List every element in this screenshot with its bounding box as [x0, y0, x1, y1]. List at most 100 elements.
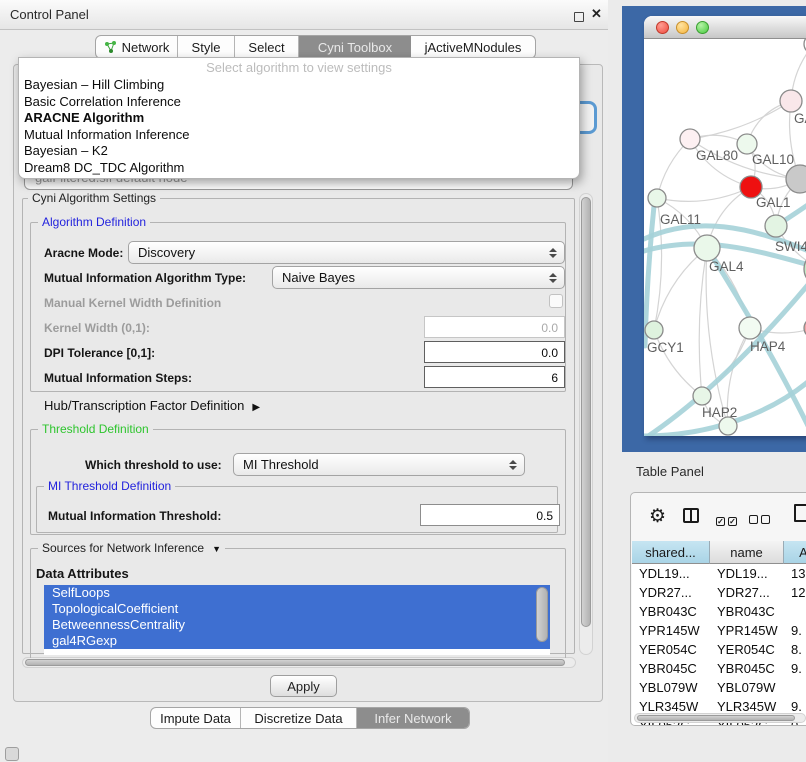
manual-kernel-checkbox[interactable] [549, 294, 563, 308]
attribute-list-item[interactable]: TopologicalCoefficient [44, 601, 550, 617]
table-cell: YDR27... [710, 583, 784, 602]
mi-threshold-field[interactable]: 0.5 [420, 504, 560, 526]
tab-label: Select [248, 40, 284, 55]
network-node-hap4[interactable] [739, 317, 761, 339]
table-horizontal-scrollbar[interactable] [634, 713, 806, 723]
network-canvas[interactable]: GALGAL80GAL10GAL1GAL11SWI4GAL4GCY1HAP4YH… [644, 39, 806, 436]
popup-item[interactable]: ARACNE Algorithm [19, 110, 579, 127]
table-panel: ⚙ shared...nameA YDL19...YDL19...13YDR27… [630, 492, 806, 726]
threshold-definition-title: Threshold Definition [38, 422, 153, 436]
network-node-gal[interactable] [780, 90, 802, 112]
table-cell [784, 678, 806, 697]
popup-item[interactable]: Bayesian – K2 [19, 143, 579, 160]
network-view-window[interactable]: GALGAL80GAL10GAL1GAL11SWI4GAL4GCY1HAP4YH… [644, 16, 806, 436]
footer-tab-discretize-data[interactable]: Discretize Data [241, 708, 357, 728]
which-threshold-combobox[interactable]: MI Threshold [233, 453, 525, 476]
expander-collapsed-icon[interactable]: ▶ [252, 402, 260, 413]
network-node-gal80[interactable] [680, 129, 700, 149]
algorithm-definition-title: Algorithm Definition [38, 215, 150, 229]
settings-hscroll-thumb[interactable] [25, 659, 565, 666]
zoom-traffic-light-icon[interactable] [696, 21, 709, 34]
table-hscroll-thumb[interactable] [637, 715, 795, 721]
network-node-gal4[interactable] [694, 235, 720, 261]
settings-vertical-scrollbar[interactable] [579, 193, 593, 655]
network-node-gal11[interactable] [648, 189, 666, 207]
table-row[interactable]: YER054CYER054C8. [632, 640, 806, 659]
settings-scroll-viewport: Cyni Algorithm Settings Algorithm Defini… [20, 190, 577, 658]
popup-placeholder[interactable]: Select algorithm to view settings [19, 60, 579, 77]
cyni-algorithm-settings-title: Cyni Algorithm Settings [28, 191, 160, 205]
tab-network[interactable]: Network [96, 36, 178, 58]
popup-item[interactable]: Dream8 DC_TDC Algorithm [19, 160, 579, 177]
tab-select[interactable]: Select [235, 36, 299, 58]
mi-steps-field[interactable]: 6 [424, 366, 565, 388]
table-row[interactable]: YBR043CYBR043C [632, 602, 806, 621]
table-row[interactable]: YBR045CYBR045C9. [632, 659, 806, 678]
export-table-icon[interactable] [794, 504, 806, 522]
table-row[interactable]: YDR27...YDR27...12 [632, 583, 806, 602]
network-node-label: GAL10 [752, 152, 794, 167]
dock-panel-icon[interactable] [5, 747, 19, 761]
dpi-tolerance-label: DPI Tolerance [0,1]: [44, 346, 155, 360]
table-cell: YBR045C [632, 659, 710, 678]
control-panel-tab-bar: NetworkStyle Select Cyni ToolboxjActiveMNo… [95, 35, 536, 59]
dpi-tolerance-field[interactable]: 0.0 [424, 341, 565, 363]
tab-jactivemnodules[interactable]: jActiveMNodules [411, 36, 535, 58]
split-columns-icon[interactable] [683, 508, 699, 523]
select-all-rows-icon[interactable] [716, 511, 740, 529]
network-node-swi4[interactable] [765, 215, 787, 237]
float-window-icon[interactable] [574, 12, 584, 22]
network-node-label: GAL4 [709, 259, 744, 274]
table-column-header[interactable]: A [784, 541, 806, 564]
close-traffic-light-icon[interactable] [656, 21, 669, 34]
which-threshold-value: MI Threshold [234, 457, 504, 472]
table-row[interactable]: YBL079WYBL079W [632, 678, 806, 697]
close-icon[interactable]: ✕ [591, 6, 602, 22]
application-window: Control Panel ✕ NetworkStyle Select Cyni T… [0, 0, 806, 762]
attribute-list-scrollbar[interactable] [536, 587, 548, 642]
table-column-header[interactable]: name [710, 541, 784, 564]
popup-item-list: Bayesian – Hill ClimbingBasic Correlatio… [19, 77, 579, 176]
settings-horizontal-scrollbar[interactable] [22, 657, 576, 668]
table-cell: YER054C [710, 640, 784, 659]
attribute-list-item[interactable]: gal4RGexp [44, 633, 550, 649]
network-window-titlebar[interactable] [644, 16, 806, 39]
kernel-width-field[interactable]: 0.0 [424, 316, 565, 338]
aracne-mode-combobox[interactable]: Discovery [128, 241, 565, 264]
network-node-hap2[interactable] [693, 387, 711, 405]
network-node-gal10[interactable] [737, 134, 757, 154]
expander-expanded-icon[interactable]: ▼ [212, 544, 221, 554]
network-node-label: SWI4 [775, 239, 806, 254]
attribute-list-item[interactable]: SelfLoops [44, 585, 550, 601]
footer-tab-impute-data[interactable]: Impute Data [151, 708, 241, 728]
table-column-header[interactable]: shared... [632, 541, 710, 564]
hub-tf-definition-row[interactable]: Hub/Transcription Factor Definition▶ [44, 398, 260, 413]
settings-vscroll-thumb[interactable] [581, 197, 591, 627]
table-cell: YBR045C [710, 659, 784, 678]
table-cell: YDL19... [632, 564, 710, 583]
network-node-label: GAL [794, 111, 806, 126]
which-threshold-label: Which threshold to use: [85, 458, 222, 472]
sources-title-row[interactable]: Sources for Network Inference▼ [38, 541, 225, 555]
popup-item[interactable]: Basic Correlation Inference [19, 94, 579, 111]
attribute-list-item[interactable]: BetweennessCentrality [44, 617, 550, 633]
network-node-gcy1[interactable] [645, 321, 663, 339]
tab-cyni-toolbox[interactable]: Cyni Toolbox [299, 36, 411, 58]
data-attributes-list[interactable]: SelfLoopsTopologicalCoefficientBetweenne… [44, 585, 550, 655]
control-panel-title: Control Panel [10, 7, 89, 22]
footer-tab-infer-network[interactable]: Infer Network [357, 708, 469, 728]
gear-icon[interactable]: ⚙ [649, 505, 666, 528]
tab-style[interactable]: Style [178, 36, 235, 58]
popup-item[interactable]: Mutual Information Inference [19, 127, 579, 144]
network-node[interactable] [786, 165, 806, 193]
apply-button[interactable]: Apply [270, 675, 337, 697]
table-cell: YDL19... [710, 564, 784, 583]
minimize-traffic-light-icon[interactable] [676, 21, 689, 34]
table-row[interactable]: YPR145WYPR145W9. [632, 621, 806, 640]
mi-type-combobox[interactable]: Naive Bayes [272, 266, 565, 289]
table-cell: YER054C [632, 640, 710, 659]
popup-item[interactable]: Bayesian – Hill Climbing [19, 77, 579, 94]
table-row[interactable]: YDL19...YDL19...13 [632, 564, 806, 583]
table-cell: 9. [784, 621, 806, 640]
deselect-all-rows-icon[interactable] [749, 511, 773, 529]
